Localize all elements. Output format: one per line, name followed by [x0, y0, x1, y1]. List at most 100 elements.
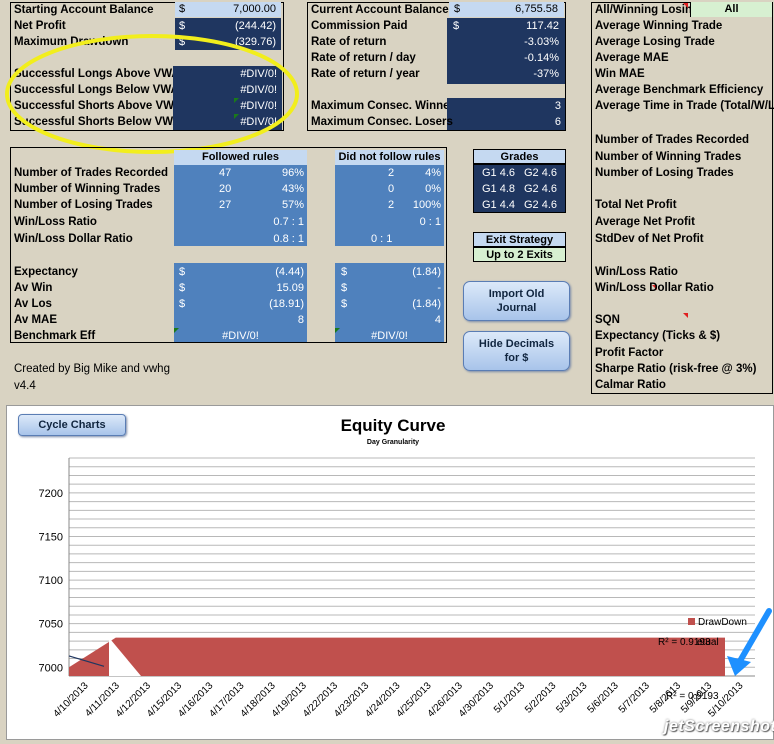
legend-swatch — [688, 618, 695, 625]
watermark: jetScreenshot — [664, 718, 774, 735]
x-tick-label: 5/2/2013 — [523, 680, 559, 716]
currency: $ — [341, 282, 348, 294]
right-item: Average Winning Trade — [595, 20, 723, 32]
right-item: Number of Winning Trades — [595, 151, 742, 163]
consec-losers-label: Maximum Consec. Losers — [311, 116, 453, 128]
money-row-label: Benchmark Eff — [14, 330, 96, 342]
followed-pct: 57% — [281, 199, 304, 211]
followed-pct: 96% — [281, 167, 304, 179]
chart-area[interactable]: Equity Curve Day Granularity 7000 7050 7100 7… — [6, 405, 774, 740]
not-followed-count: 0 — [388, 183, 395, 195]
x-tick-label: 5/7/2013 — [617, 680, 653, 716]
starting-balance-label: Starting Account Balance — [14, 4, 154, 16]
currency: $ — [179, 3, 186, 15]
exit-strategy-select[interactable]: Up to 2 Exits — [473, 247, 566, 262]
right-item: Win MAE — [595, 68, 645, 80]
not-followed-benchmark-value: #DIV/0! — [371, 330, 408, 342]
y-tick-label: 7200 — [39, 488, 63, 500]
rules-row-label: Number of Winning Trades — [14, 183, 161, 195]
not-followed-count: 2 — [388, 199, 395, 211]
not-followed-ratio: 0 : 1 — [419, 216, 441, 228]
error-indicator-mark — [174, 328, 179, 333]
right-item: Average Benchmark Efficiency — [595, 84, 764, 96]
money-row-label: Av MAE — [14, 314, 58, 326]
right-item: Win/Loss Dollar Ratio — [595, 282, 714, 294]
grade-g2: G2 4.6 — [524, 183, 558, 195]
current-balance-cell: $ 6,755.58 — [449, 2, 564, 17]
highlight-ellipse — [5, 34, 299, 154]
x-tick-label: 5/1/2013 — [492, 680, 528, 716]
hide-decimals-button[interactable]: Hide Decimals for $ — [463, 331, 570, 371]
current-balance-label: Current Account Balance — [311, 4, 449, 16]
starting-balance-cell[interactable]: $ 7,000.00 — [175, 2, 281, 17]
chart-subtitle: Day Granularity — [367, 439, 419, 446]
right-item: Win/Loss Ratio — [595, 266, 678, 278]
rules-row-label: Win/Loss Dollar Ratio — [14, 233, 133, 245]
currency: $ — [341, 298, 348, 310]
exit-strategy-label: Exit Strategy — [473, 232, 566, 247]
equity-curve-chart: Equity Curve Day Granularity 7000 7050 7100 7… — [39, 416, 772, 720]
followed-benchmark-value: #DIV/0! — [222, 330, 259, 342]
right-item: Sharpe Ratio (risk-free @ 3%) — [595, 363, 757, 375]
not-followed-money-value: 4 — [434, 314, 441, 326]
followed-money-value: (18.91) — [269, 298, 304, 310]
error-indicator-mark — [335, 328, 340, 333]
rate-day-label: Rate of return / day — [311, 52, 416, 64]
not-followed-money-value: (1.84) — [412, 266, 441, 278]
comment-indicator — [683, 3, 688, 8]
consec-winners-label: Maximum Consec. Winners — [311, 100, 461, 112]
followed-dollar-ratio: 0.8 : 1 — [273, 233, 304, 245]
right-item: Average Net Profit — [595, 216, 695, 228]
grades-header: Grades — [473, 149, 566, 164]
followed-count: 20 — [219, 183, 232, 195]
rate-day-value: -0.14% — [524, 52, 559, 64]
filter-select[interactable]: All — [690, 2, 772, 17]
right-item: Number of Losing Trades — [595, 167, 734, 179]
not-followed-pct: 100% — [412, 199, 441, 211]
not-followed-money-value: - — [437, 282, 441, 294]
current-balance-value: 6,755.58 — [515, 3, 558, 15]
commission-label: Commission Paid — [311, 20, 408, 32]
cycle-charts-button[interactable]: Cycle Charts — [18, 414, 126, 436]
not-followed-money-value: (1.84) — [412, 298, 441, 310]
import-journal-label: Import Old Journal — [488, 288, 545, 314]
followed-money-value: 15.09 — [276, 282, 304, 294]
followed-count: 27 — [219, 199, 232, 211]
right-item: Number of Trades Recorded — [595, 134, 750, 146]
starting-balance-value: 7,000.00 — [233, 3, 276, 15]
right-item: Total Net Profit — [595, 199, 677, 211]
right-item: Profit Factor — [595, 347, 664, 359]
y-tick-label: 7050 — [39, 619, 63, 631]
comment-indicator — [683, 313, 688, 318]
grade-g2: G2 4.6 — [524, 167, 558, 179]
rate-year-label: Rate of return / year — [311, 68, 420, 80]
y-tick-label: 7150 — [39, 531, 63, 543]
currency: $ — [179, 266, 186, 278]
rules-row-label: Number of Trades Recorded — [14, 167, 169, 179]
consec-winners-value: 3 — [554, 100, 561, 112]
y-tick-label: 7100 — [39, 575, 63, 587]
drawdown-area — [69, 637, 740, 676]
chart-title: Equity Curve — [341, 416, 446, 435]
legend-label: etual — [697, 637, 719, 648]
rate-return-label: Rate of return — [311, 36, 387, 48]
followed-ratio: 0.7 : 1 — [273, 216, 304, 228]
grade-g1: G1 4.8 — [482, 183, 516, 195]
right-item: Calmar Ratio — [595, 379, 666, 391]
rules-row-label: Win/Loss Ratio — [14, 216, 97, 228]
money-row-label: Av Win — [14, 282, 53, 294]
x-tick-label: 5/6/2013 — [585, 680, 621, 716]
money-row-label: Av Los — [14, 298, 52, 310]
followed-pct: 43% — [281, 183, 304, 195]
import-journal-button[interactable]: Import Old Journal — [463, 281, 570, 321]
followed-rules-header: Followed rules — [174, 150, 307, 165]
grade-g1: G1 4.6 — [482, 167, 516, 179]
grade-g2: G2 4.6 — [524, 199, 558, 211]
rate-year-value: -37% — [533, 68, 559, 80]
commission-value: 117.42 — [526, 20, 559, 32]
followed-count: 47 — [219, 167, 232, 179]
credits-line: Created by Big Mike and vwhg — [14, 363, 170, 375]
followed-money-value: (4.44) — [275, 266, 304, 278]
right-item: Average Time in Trade (Total/W/L) — [595, 100, 774, 112]
x-tick-label: 5/3/2013 — [554, 680, 590, 716]
